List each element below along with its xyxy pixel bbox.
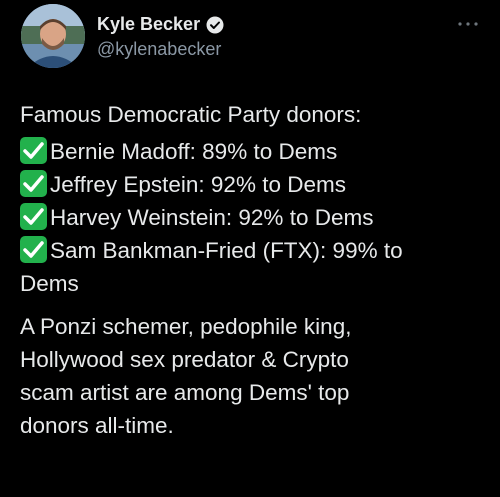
list-item: Bernie Madoff: 89% to Dems [20, 135, 490, 168]
list-item: Sam Bankman-Fried (FTX): 99% to [20, 234, 490, 267]
tweet-header: Kyle Becker @kylenabecker [21, 4, 481, 68]
check-box-icon [20, 170, 47, 197]
list-item: Jeffrey Epstein: 92% to Dems [20, 168, 490, 201]
check-box-icon [20, 137, 47, 164]
verified-badge-icon [206, 16, 224, 34]
name-row: Kyle Becker [97, 14, 224, 35]
paragraph-line: Hollywood sex predator & Crypto [20, 347, 349, 372]
paragraph-line: donors all-time. [20, 413, 174, 438]
list-item: Harvey Weinstein: 92% to Dems [20, 201, 490, 234]
more-icon[interactable] [457, 16, 479, 27]
display-name[interactable]: Kyle Becker [97, 14, 200, 35]
paragraph-line: A Ponzi schemer, pedophile king, [20, 314, 352, 339]
check-box-icon [20, 203, 47, 230]
list-item-text: Jeffrey Epstein: 92% to Dems [50, 172, 346, 197]
list-item-text: Bernie Madoff: 89% to Dems [50, 139, 338, 164]
tweet-text: Famous Democratic Party donors: Bernie M… [20, 98, 490, 442]
tweet: Kyle Becker @kylenabecker Famous Democra… [0, 0, 500, 497]
tweet-heading: Famous Democratic Party donors: [20, 102, 362, 127]
list-item-text: Sam Bankman-Fried (FTX): 99% to [50, 238, 403, 263]
list-item-continuation: Dems [20, 271, 79, 296]
tweet-paragraph: A Ponzi schemer, pedophile king, Hollywo… [20, 310, 490, 442]
avatar[interactable] [21, 4, 85, 68]
handle[interactable]: @kylenabecker [97, 39, 221, 60]
check-box-icon [20, 236, 47, 263]
paragraph-line: scam artist are among Dems' top [20, 380, 350, 405]
avatar-photo-icon [21, 4, 85, 68]
list-item-text: Harvey Weinstein: 92% to Dems [50, 205, 374, 230]
